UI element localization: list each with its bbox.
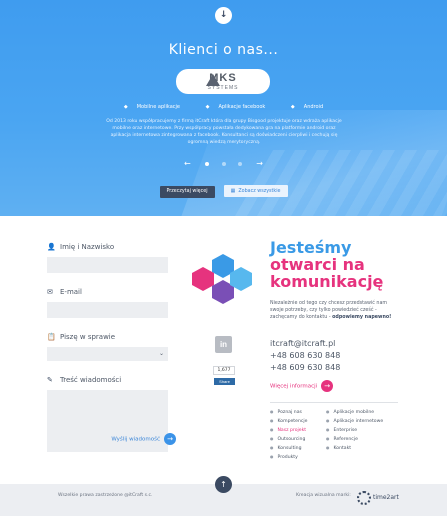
logo-triangle-icon — [206, 74, 220, 86]
slider-next-icon[interactable]: → — [250, 159, 270, 168]
footer-link[interactable]: ● Kontakt — [326, 444, 386, 453]
footer-link[interactable]: ● Aplikacje internetowe — [326, 417, 386, 426]
pencil-icon: ✎ — [47, 376, 53, 384]
time2art-logo[interactable]: time2art — [357, 487, 399, 505]
scroll-top-icon[interactable]: ↑ — [215, 476, 232, 493]
bullet-icon: ● — [326, 445, 330, 451]
footer-link[interactable]: ● Poznaj nas — [270, 408, 330, 417]
bullet-icon: ● — [326, 409, 330, 414]
email-field[interactable] — [47, 302, 168, 318]
gear-icon — [357, 490, 371, 505]
name-field[interactable] — [47, 257, 168, 273]
hexagon-pink — [192, 267, 214, 291]
read-more-button[interactable]: Przeczytaj więcej — [159, 186, 215, 198]
client-logo: MKS SYSTEMS — [176, 69, 270, 94]
slider-dot[interactable] — [238, 161, 243, 166]
contact-email[interactable]: itcraft@itcraft.pl — [270, 338, 390, 350]
contact-phone-2[interactable]: +48 609 630 848 — [270, 362, 390, 374]
more-info-link[interactable]: Więcej informacji → — [270, 380, 334, 392]
slider-prev-icon[interactable]: ← — [177, 159, 197, 168]
tag-icon: ◆ — [205, 104, 210, 110]
send-message-button[interactable]: Wyślij wiadomość → — [56, 433, 176, 445]
contact-intro: Niezależnie od tego czy chcesz przedstaw… — [270, 301, 392, 320]
divider — [270, 402, 398, 403]
tag-icon: ◆ — [290, 104, 295, 110]
arrow-right-icon: → — [164, 433, 176, 445]
footer-link[interactable]: ● Outsourcing — [270, 435, 330, 444]
footer-link[interactable]: ● Aplikacje mobilne — [326, 408, 386, 417]
contact-headline: Jesteśmy otwarci na komunikację — [270, 238, 384, 291]
client-logo-sub: SYSTEMS — [207, 85, 239, 91]
bullet-icon: ● — [270, 409, 274, 414]
arrow-right-icon: → — [321, 380, 334, 392]
share-count: 1,677 — [213, 366, 235, 375]
subject-label: Piszę w sprawie — [60, 333, 116, 341]
contact-form: 👤 Imię i Nazwisko ✉ E-mail 📋 Piszę w sprawi… — [47, 241, 169, 465]
scroll-down-icon[interactable]: ↓ — [215, 7, 232, 24]
envelope-icon: ✉ — [47, 288, 53, 296]
tag-mobile[interactable]: ◆ Mobilne aplikacje — [118, 104, 186, 110]
bullet-icon: ● — [270, 436, 274, 442]
email-label: E-mail — [60, 288, 82, 296]
footer-link[interactable]: ● Konsulting — [270, 444, 330, 453]
bullet-icon: ● — [270, 454, 274, 460]
hexagon-graphic — [190, 254, 252, 304]
bullet-icon: ● — [326, 427, 330, 433]
tag-icon: ◆ — [123, 104, 128, 110]
footer-link[interactable]: ● Referencje — [326, 435, 386, 444]
footer-link[interactable]: ● Enterprise — [326, 426, 386, 435]
tag-facebook[interactable]: ◆ Aplikacje facebook — [200, 104, 272, 110]
linkedin-share-button[interactable]: Share — [214, 378, 235, 385]
bullet-icon: ● — [326, 418, 330, 424]
name-label: Imię i Nazwisko — [60, 243, 115, 251]
slider-dot[interactable] — [221, 161, 226, 166]
footer-link[interactable]: ● Produkty — [270, 453, 330, 462]
footer-link[interactable]: ● Kompetencje — [270, 417, 330, 426]
hero-title: Klienci o nas... — [168, 42, 279, 58]
user-icon: 👤 — [47, 243, 56, 251]
message-label: Treść wiadomości — [60, 376, 122, 384]
footer-link[interactable]: ● Nasz projekt — [270, 426, 330, 435]
bullet-icon: ● — [270, 427, 274, 433]
contact-phone-1[interactable]: +48 608 630 848 — [270, 350, 390, 362]
client-logo-main: MKS — [209, 72, 237, 84]
chevron-down-icon: ⌄ — [158, 350, 164, 357]
bullet-icon: ● — [326, 436, 330, 442]
clipboard-icon: 📋 — [47, 333, 56, 341]
slider-dot[interactable] — [204, 161, 209, 166]
grid-icon: ▦ — [230, 188, 236, 194]
see-all-button[interactable]: ▦ Zobacz wszystkie — [223, 185, 288, 197]
copyright-text: Wszelkie prawa zastrzeżone @itCraft s.c. — [58, 493, 153, 498]
tag-android[interactable]: ◆ Android — [285, 104, 329, 110]
subject-select[interactable]: ⌄ — [47, 347, 168, 361]
linkedin-icon[interactable]: in — [215, 336, 232, 353]
hero-buttons: Przeczytaj więcej ▦ Zobacz wszystkie — [0, 177, 447, 198]
testimonial-text: Od 2013 roku współpracujemy z firmą itCr… — [106, 119, 342, 145]
creation-credit: Kreacja wizualna marki: — [296, 493, 351, 498]
project-tags: ◆ Mobilne aplikacje ◆ Aplikacje facebook ◆… — [0, 104, 447, 110]
contact-details: itcraft@itcraft.pl +48 608 630 848 +48 6… — [270, 338, 390, 374]
slider-controls: ← → — [0, 159, 447, 168]
bullet-icon: ● — [270, 418, 274, 424]
bullet-icon: ● — [270, 445, 274, 451]
